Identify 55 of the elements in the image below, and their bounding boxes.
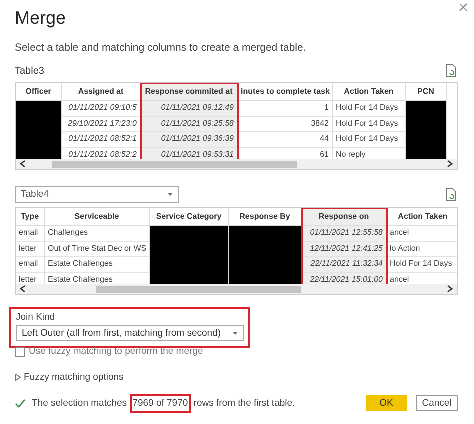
dialog-title: Merge	[15, 8, 68, 29]
table-cell: letter	[16, 242, 44, 257]
ok-button[interactable]: OK	[366, 395, 407, 411]
table-cell: 01/11/2021 12:55:58	[302, 226, 386, 242]
column-header[interactable]: Response on	[302, 208, 386, 226]
scrollbar[interactable]	[16, 159, 457, 169]
table-cell: email	[16, 226, 44, 242]
join-kind-label: Join Kind	[16, 312, 56, 323]
table-label: Table3	[15, 66, 44, 76]
chevron-right-icon[interactable]	[447, 285, 453, 293]
table-cell: 1	[238, 101, 332, 116]
expand-triangle-icon[interactable]	[15, 374, 21, 381]
table-cell: Hold For 14 Days	[333, 132, 405, 148]
checkbox[interactable]	[15, 346, 25, 356]
caret-icon	[233, 332, 238, 334]
table-cell: 01/11/2021 09:12:49	[141, 101, 237, 116]
table-cell: ancel	[387, 226, 457, 242]
table-cell: 3842	[238, 116, 332, 132]
table-cell: 12/11/2021 12:41:25	[302, 242, 386, 257]
table-cell: Hold For 14 Days	[333, 116, 405, 132]
cancel-button[interactable]: Cancel	[416, 395, 458, 411]
chevron-left-icon[interactable]	[20, 285, 26, 293]
table-cell: Out of Time Stat Dec or WS	[45, 242, 149, 257]
column-header[interactable]: Action Taken	[387, 208, 457, 226]
join-kind-dropdown[interactable]: Left Outer (all from first, matching from second)	[16, 325, 244, 341]
column-header[interactable]: Serviceable	[45, 208, 149, 226]
column-header[interactable]: Response commited at	[141, 83, 237, 101]
redaction-block	[16, 101, 61, 159]
column-header[interactable]: inutes to complete task	[238, 83, 332, 101]
table-cell: Challenges	[45, 226, 149, 242]
table-dropdown[interactable]: Table4	[15, 186, 179, 203]
table-cell: Hold For 14 Days	[387, 257, 457, 272]
table-cell: Hold For 14 Days	[333, 101, 405, 116]
table-cell: lo Action	[387, 242, 457, 257]
refresh-icon[interactable]	[446, 64, 458, 78]
table-cell: email	[16, 257, 44, 272]
dialog-description: Select a table and matching columns to create a merged table.	[15, 42, 308, 54]
close-icon[interactable]	[459, 3, 468, 12]
caret-icon	[168, 193, 173, 196]
table-cell: Estate Challenges	[45, 257, 149, 272]
checkbox-label[interactable]: Use fuzzy matching to perform the merge	[29, 346, 204, 357]
fuzzy-options-toggle[interactable]: Fuzzy matching options	[24, 372, 124, 383]
redaction-block	[406, 101, 446, 159]
checkmark-icon	[15, 398, 26, 408]
table-cell: 44	[238, 132, 332, 148]
scrollbar[interactable]	[16, 284, 457, 294]
table-cell: 01/11/2021 09:25:58	[141, 116, 237, 132]
redaction-block	[229, 226, 301, 284]
chevron-right-icon[interactable]	[447, 160, 453, 168]
column-header[interactable]: Type	[16, 208, 44, 226]
column-header[interactable]: Action Taken	[333, 83, 405, 101]
refresh-icon[interactable]	[446, 188, 458, 202]
table-cell: 01/11/2021 09:36:39	[141, 132, 237, 148]
table-cell: 22/11/2021 11:32:34	[302, 257, 386, 272]
chevron-left-icon[interactable]	[20, 160, 26, 168]
